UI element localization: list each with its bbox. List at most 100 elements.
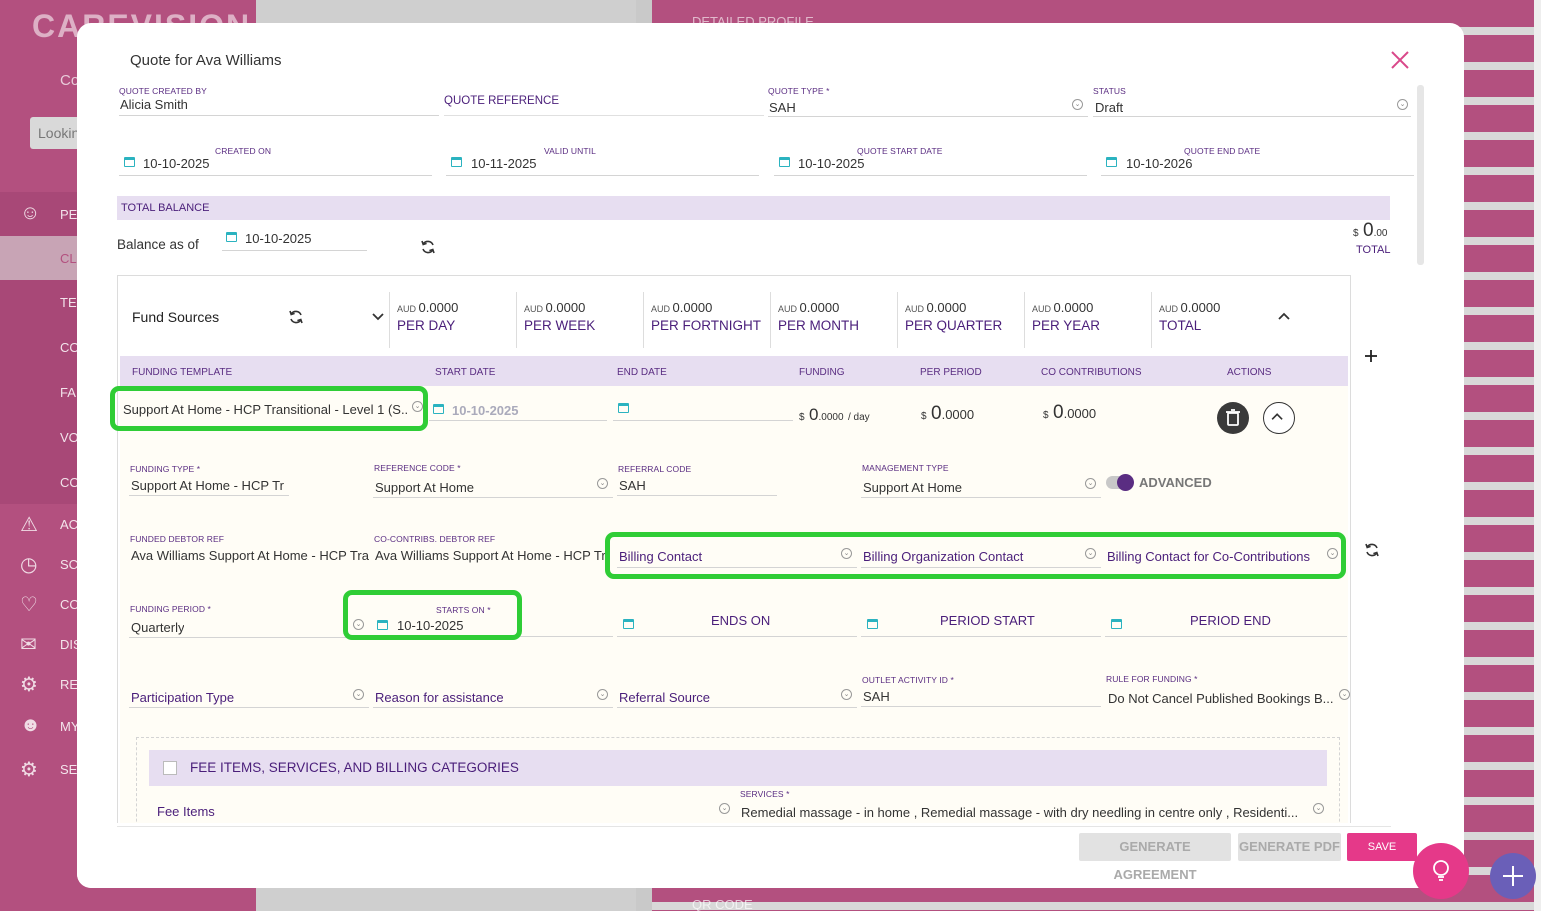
management-type-label: MANAGEMENT TYPE bbox=[862, 463, 949, 473]
sidebar-item-re[interactable]: RE bbox=[60, 677, 78, 692]
calendar-icon[interactable] bbox=[124, 157, 135, 167]
outlet-activity-input[interactable]: SAH bbox=[863, 689, 890, 704]
help-button[interactable] bbox=[1413, 843, 1469, 899]
sidebar-item-people[interactable]: PE bbox=[60, 207, 77, 222]
advanced-toggle[interactable] bbox=[1106, 474, 1134, 491]
generate-agreement-button[interactable]: GENERATE AGREEMENT bbox=[1079, 833, 1231, 882]
sidebar-item-se[interactable]: SE bbox=[60, 762, 77, 777]
per-week-amount: AUD 0.0000 bbox=[524, 300, 586, 315]
total-amount: AUD 0.0000 bbox=[1159, 300, 1221, 315]
referral-source-select[interactable]: Referral Source bbox=[619, 690, 710, 705]
people-icon: ☺ bbox=[20, 202, 41, 224]
calendar-icon[interactable] bbox=[226, 232, 237, 242]
chevron-down-icon[interactable]: ⌄ bbox=[841, 689, 852, 700]
funding-type-input[interactable]: Support At Home - HCP Tr bbox=[131, 478, 287, 493]
modal-scrollbar[interactable] bbox=[1417, 85, 1424, 265]
quote-end-input[interactable]: 10-10-2026 bbox=[1126, 156, 1193, 171]
per-month-amount: AUD 0.0000 bbox=[778, 300, 840, 315]
calendar-icon[interactable] bbox=[451, 157, 462, 167]
valid-until-input[interactable]: 10-11-2025 bbox=[471, 156, 537, 171]
start-date-input[interactable]: 10-10-2025 bbox=[452, 403, 519, 418]
generate-pdf-button[interactable]: GENERATE PDF bbox=[1238, 833, 1341, 861]
calendar-icon[interactable] bbox=[867, 619, 878, 629]
collapse-row-button[interactable] bbox=[1263, 402, 1295, 434]
sidebar-item-sc[interactable]: SC bbox=[60, 557, 78, 572]
calendar-icon[interactable] bbox=[779, 157, 790, 167]
delete-button[interactable] bbox=[1217, 402, 1249, 434]
save-button[interactable]: SAVE bbox=[1347, 833, 1417, 861]
total-label: TOTAL bbox=[1159, 318, 1202, 333]
status-label: STATUS bbox=[1093, 86, 1126, 96]
funded-debtor-input[interactable]: Ava Williams Support At Home - HCP Tra bbox=[131, 548, 369, 563]
reference-code-select[interactable]: Support At Home bbox=[375, 480, 474, 495]
chevron-up-icon[interactable] bbox=[1278, 311, 1290, 321]
col-per-period: PER PERIOD bbox=[920, 367, 982, 378]
rule-for-funding-select[interactable]: Do Not Cancel Published Bookings B... bbox=[1108, 691, 1338, 706]
fee-items-checkbox[interactable] bbox=[163, 761, 177, 775]
sidebar-item-ac[interactable]: AC bbox=[60, 517, 78, 532]
close-icon[interactable] bbox=[1389, 49, 1411, 71]
add-fund-source-icon[interactable] bbox=[1364, 349, 1378, 363]
chevron-down-icon[interactable]: ⌄ bbox=[1339, 689, 1350, 700]
chevron-down-icon[interactable]: ⌄ bbox=[1085, 478, 1096, 489]
refresh-icon[interactable] bbox=[420, 239, 436, 255]
balance-as-of-input[interactable]: 10-10-2025 bbox=[245, 231, 312, 246]
per-year-label: PER YEAR bbox=[1032, 318, 1101, 333]
chevron-up-icon bbox=[1271, 413, 1283, 420]
status-select[interactable]: Draft bbox=[1095, 100, 1123, 115]
quote-created-by-label: QUOTE CREATED BY bbox=[119, 86, 207, 96]
per-day-label: PER DAY bbox=[397, 318, 456, 333]
chevron-down-icon[interactable]: ⌄ bbox=[353, 689, 364, 700]
funding-period-select[interactable]: Quarterly bbox=[131, 620, 184, 635]
chevron-down-icon[interactable]: ⌄ bbox=[1072, 99, 1083, 110]
quote-start-input[interactable]: 10-10-2025 bbox=[798, 156, 865, 171]
reason-for-assistance-select[interactable]: Reason for assistance bbox=[375, 690, 504, 705]
sidebar-item-vo[interactable]: VO bbox=[60, 430, 79, 445]
highlight-billing-contacts bbox=[605, 532, 1346, 579]
period-start-input[interactable]: PERIOD START bbox=[940, 613, 1035, 628]
add-fab-button[interactable] bbox=[1490, 853, 1536, 899]
per-year-amount: AUD 0.0000 bbox=[1032, 300, 1094, 315]
fund-sources-title: Fund Sources bbox=[132, 309, 220, 325]
created-on-input[interactable]: 10-10-2025 bbox=[143, 156, 210, 171]
chevron-down-icon[interactable] bbox=[372, 312, 384, 322]
management-type-select[interactable]: Support At Home bbox=[863, 480, 962, 495]
per-fortnight-label: PER FORTNIGHT bbox=[651, 318, 762, 333]
chevron-down-icon[interactable]: ⌄ bbox=[597, 478, 608, 489]
sidebar-item-clients[interactable]: CL bbox=[60, 251, 77, 266]
services-select[interactable]: Remedial massage - in home , Remedial ma… bbox=[741, 805, 1311, 820]
report-icon: ⚙ bbox=[20, 674, 38, 696]
quote-created-by-value: Alicia Smith bbox=[120, 97, 188, 112]
refresh-icon[interactable] bbox=[1364, 542, 1380, 558]
total-balance-band: TOTAL BALANCE bbox=[117, 196, 1390, 220]
created-on-label: CREATED ON bbox=[215, 146, 272, 156]
sidebar-item-te[interactable]: TE bbox=[60, 295, 77, 310]
heart-icon: ♡ bbox=[20, 594, 38, 616]
calendar-icon[interactable] bbox=[623, 619, 634, 629]
calendar-icon[interactable] bbox=[618, 403, 629, 413]
per-week-label: PER WEEK bbox=[524, 318, 596, 333]
calendar-icon[interactable] bbox=[433, 404, 444, 414]
balance-as-of-label: Balance as of bbox=[117, 237, 199, 252]
total-balance-amount: $ 0.00 bbox=[1353, 220, 1388, 241]
quote-reference-field[interactable]: QUOTE REFERENCE bbox=[444, 95, 559, 107]
referral-code-input[interactable]: SAH bbox=[619, 478, 646, 493]
period-end-input[interactable]: PERIOD END bbox=[1190, 613, 1271, 628]
chevron-down-icon[interactable]: ⌄ bbox=[719, 803, 730, 814]
ends-on-input[interactable]: ENDS ON bbox=[711, 613, 770, 628]
calendar-icon[interactable] bbox=[1106, 157, 1117, 167]
cocontrib-debtor-input[interactable]: Ava Williams Support At Home - HCP Tr bbox=[375, 548, 613, 563]
chevron-down-icon[interactable]: ⌄ bbox=[1313, 803, 1324, 814]
participation-type-select[interactable]: Participation Type bbox=[131, 690, 234, 705]
settings-icon: ⚙ bbox=[20, 759, 38, 781]
sidebar-item-fa[interactable]: FA bbox=[60, 385, 76, 400]
calendar-icon[interactable] bbox=[1111, 619, 1122, 629]
refresh-icon[interactable] bbox=[288, 309, 304, 325]
fee-items-select[interactable]: Fee Items bbox=[157, 804, 215, 819]
rule-for-funding-label: RULE FOR FUNDING * bbox=[1106, 674, 1198, 684]
funding-type-label: FUNDING TYPE * bbox=[130, 464, 201, 474]
chevron-down-icon[interactable]: ⌄ bbox=[597, 689, 608, 700]
quote-type-select[interactable]: SAH bbox=[769, 100, 796, 115]
total-balance-label: TOTAL BALANCE bbox=[121, 202, 210, 214]
chevron-down-icon[interactable]: ⌄ bbox=[1397, 99, 1408, 110]
